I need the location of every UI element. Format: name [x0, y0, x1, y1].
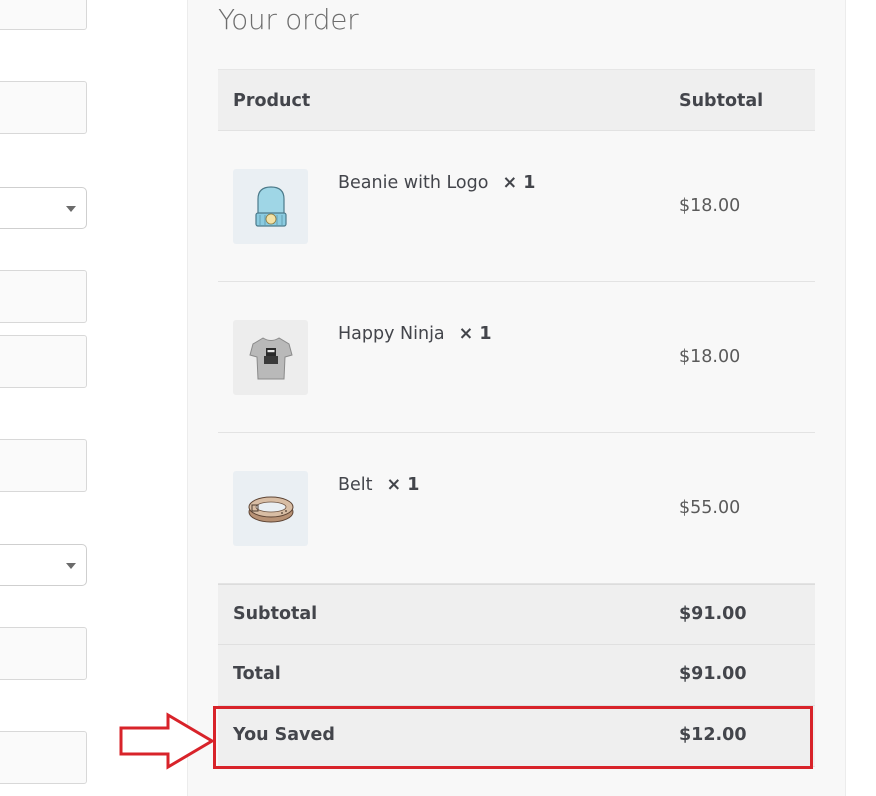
total-row: Total $91.00: [218, 645, 815, 706]
table-header: Product Subtotal: [218, 69, 815, 131]
arrow-icon: [119, 712, 215, 770]
subtotal-label: Subtotal: [233, 604, 318, 624]
text-field[interactable]: [0, 731, 87, 784]
text-field[interactable]: [0, 439, 87, 492]
cart-item: Beanie with Logo × 1 $18.00: [218, 131, 815, 282]
beanie-image[interactable]: [233, 169, 308, 244]
subtotal-value: $91.00: [679, 604, 747, 624]
product-quantity: × 1: [386, 475, 420, 495]
belt-image[interactable]: [233, 471, 308, 546]
order-heading: Your order: [218, 3, 359, 36]
text-field[interactable]: [0, 270, 87, 323]
product-quantity: × 1: [458, 324, 492, 344]
subtotal-column-header: Subtotal: [679, 91, 764, 111]
tshirt-icon: [248, 336, 293, 379]
chevron-down-icon: [66, 206, 76, 212]
product-title: Happy Ninja: [338, 324, 445, 344]
product-quantity: × 1: [502, 173, 536, 193]
subtotal-row: Subtotal $91.00: [218, 584, 815, 645]
cart-item: Belt × 1 $55.00: [218, 433, 815, 584]
highlight-box: [213, 706, 813, 769]
product-name: Belt × 1: [338, 475, 419, 495]
beanie-icon: [254, 185, 287, 227]
text-field[interactable]: [0, 335, 87, 388]
product-title: Belt: [338, 475, 373, 495]
product-price: $18.00: [679, 347, 741, 367]
total-value: $91.00: [679, 664, 747, 684]
product-column-header: Product: [233, 91, 311, 111]
total-label: Total: [233, 664, 281, 684]
product-price: $18.00: [679, 196, 741, 216]
product-name: Happy Ninja × 1: [338, 324, 492, 344]
chevron-down-icon: [66, 563, 76, 569]
select-dropdown[interactable]: [0, 187, 87, 229]
select-dropdown[interactable]: [0, 544, 87, 586]
order-table: Product Subtotal Beanie with Logo × 1 $18…: [218, 69, 815, 767]
product-title: Beanie with Logo: [338, 173, 489, 193]
tshirt-image[interactable]: [233, 320, 308, 395]
text-field[interactable]: [0, 627, 87, 680]
product-name: Beanie with Logo × 1: [338, 173, 535, 193]
text-field[interactable]: [0, 0, 87, 30]
product-price: $55.00: [679, 498, 741, 518]
cart-item: Happy Ninja × 1 $18.00: [218, 282, 815, 433]
belt-icon: [248, 496, 293, 522]
text-field[interactable]: [0, 81, 87, 134]
